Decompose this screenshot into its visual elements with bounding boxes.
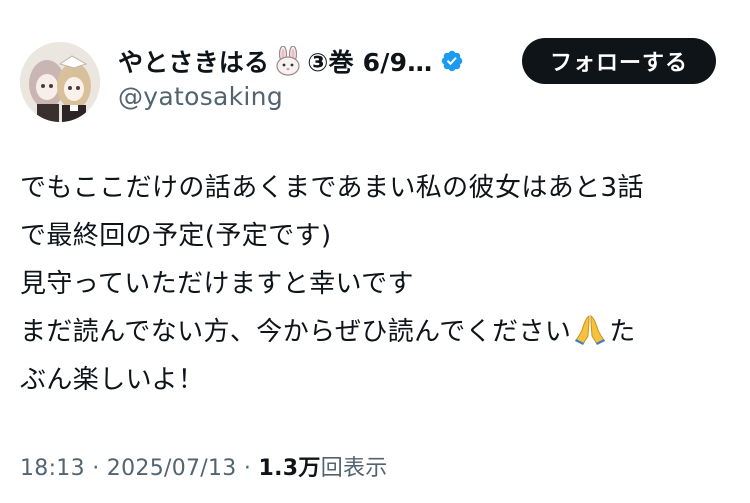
display-name-suffix[interactable]: ③巻 6/9… bbox=[307, 43, 432, 79]
avatar-illustration bbox=[20, 42, 100, 122]
display-name-row[interactable]: やとさきはる ③巻 6/9… bbox=[118, 42, 508, 80]
rabbit-emoji-icon bbox=[276, 46, 300, 76]
tweet-time[interactable]: 18:13 bbox=[20, 456, 85, 481]
tweet-text-line-with-emoji: まだ読んでない方、今からぜひ読んでください た bbox=[20, 308, 735, 356]
tweet-header: やとさきはる ③巻 6/9… @yatosaking フォローする bbox=[20, 38, 730, 122]
tweet-text-line: でもここだけの話あくまであまい私の彼女はあと3話 bbox=[20, 173, 644, 203]
folded-hands-icon bbox=[575, 315, 606, 345]
tweet-meta: 18:13 · 2025/07/13 · 1.3万回表示 bbox=[20, 450, 388, 482]
tweet-text: でもここだけの話あくまであまい私の彼女はあと3話 で最終回の予定(予定です) 見… bbox=[20, 164, 735, 404]
tweet-text-line: で最終回の予定(予定です) bbox=[20, 221, 332, 251]
views-count: 1.3万 bbox=[258, 456, 321, 481]
tweet-text-segment: まだ読んでない方、今からぜひ読んでください bbox=[20, 317, 572, 347]
author-names: やとさきはる ③巻 6/9… @yatosaking bbox=[118, 42, 508, 111]
views-label: 回表示 bbox=[320, 456, 388, 481]
tweet-date[interactable]: 2025/07/13 bbox=[107, 456, 237, 481]
tweet-text-segment: た bbox=[609, 317, 636, 347]
meta-separator: · bbox=[84, 456, 107, 481]
tweet-text-line: ぶん楽しいよ！ bbox=[20, 365, 205, 395]
tweet-text-line: 見守っていただけますと幸いです bbox=[20, 269, 414, 299]
display-name[interactable]: やとさきはる bbox=[118, 43, 269, 79]
verified-badge-icon bbox=[442, 50, 463, 72]
avatar[interactable] bbox=[20, 42, 100, 122]
meta-separator: · bbox=[236, 456, 259, 481]
follow-button[interactable]: フォローする bbox=[522, 38, 716, 84]
author-handle[interactable]: @yatosaking bbox=[118, 82, 508, 111]
tweet-card: やとさきはる ③巻 6/9… @yatosaking フォローする でもここだけ… bbox=[0, 0, 750, 503]
